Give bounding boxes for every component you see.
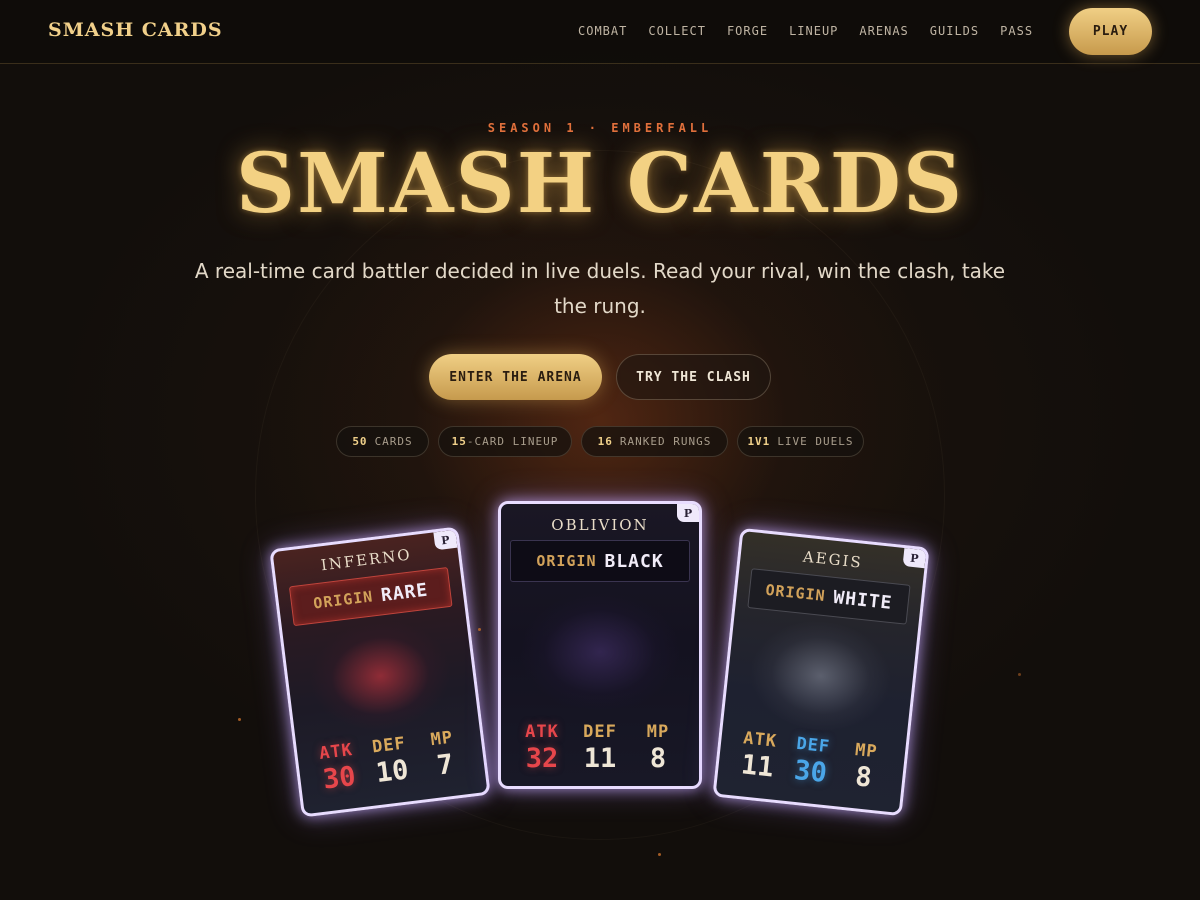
stat-pill-label: LIVE DUELS (777, 435, 854, 448)
card-inferno[interactable]: P INFERNO ORIGIN RARE ATK 30 DEF 10 MP 7 (269, 526, 491, 818)
stat-value: 8 (853, 761, 874, 794)
nav-link-combat[interactable]: COMBAT (578, 24, 627, 38)
ember-spark (238, 718, 241, 721)
nav-link-collect[interactable]: COLLECT (648, 24, 706, 38)
stat-pill-cards: 50 CARDS (336, 426, 429, 457)
card-aegis[interactable]: P AEGIS ORIGIN WHITE ATK 11 DEF 30 MP 8 (712, 527, 930, 817)
stat-pill-value: 50 (352, 435, 368, 448)
stat-def: DEF 11 (572, 722, 628, 774)
card-oblivion[interactable]: P OBLIVION ORIGIN BLACK ATK 32 DEF 11 MP… (498, 501, 702, 789)
nav-link-guilds[interactable]: GUILDS (930, 24, 979, 38)
stat-value: 30 (792, 754, 829, 790)
stat-def: DEF 30 (782, 733, 840, 790)
nav-link-pass[interactable]: PASS (1000, 24, 1033, 38)
stat-atk: ATK 11 (729, 727, 787, 784)
stat-pill-duels: 1V1 LIVE DUELS (737, 426, 864, 457)
card-stats: ATK 32 DEF 11 MP 8 (501, 722, 699, 774)
enter-arena-button[interactable]: ENTER THE ARENA (429, 354, 602, 400)
card-art (735, 613, 906, 739)
origin-value: BLACK (604, 550, 664, 572)
stat-mp: MP 8 (630, 722, 686, 774)
ember-spark (1018, 673, 1021, 676)
stat-pill-value: 16 (597, 435, 613, 448)
origin-value: RARE (379, 579, 430, 606)
card-art (513, 588, 687, 716)
origin-label: ORIGIN (312, 587, 375, 613)
top-nav: SMASH CARDS COMBAT COLLECT FORGE LINEUP … (0, 0, 1200, 64)
stat-value: 11 (583, 743, 617, 774)
stat-pill-value: 1V1 (747, 435, 771, 448)
card-art (294, 612, 467, 740)
hero-title: SMASH CARDS (235, 136, 965, 232)
nav-link-lineup[interactable]: LINEUP (789, 24, 838, 38)
stat-pill-label: CARDS (374, 435, 413, 448)
nav-link-arenas[interactable]: ARENAS (859, 24, 908, 38)
stat-value: 32 (525, 743, 559, 774)
stat-mp: MP 8 (835, 738, 893, 795)
play-button[interactable]: PLAY (1069, 8, 1152, 55)
stat-value: 30 (321, 760, 358, 796)
stat-pill-label: -CARD LINEUP (466, 435, 559, 448)
stat-pill-lineup: 15 -CARD LINEUP (438, 426, 572, 457)
hero-tagline: A real-time card battler decided in live… (194, 259, 1006, 318)
ember-spark (478, 628, 481, 631)
stat-pill-value: 15 (451, 435, 467, 448)
stat-atk: ATK 32 (514, 722, 570, 774)
stat-label: DEF (583, 722, 617, 742)
stat-value: 11 (739, 749, 776, 784)
stat-value: 10 (374, 754, 411, 790)
ember-spark (658, 853, 661, 856)
card-name: OBLIVION (551, 516, 649, 534)
origin-label: ORIGIN (764, 580, 827, 606)
stat-atk: ATK 30 (308, 739, 367, 797)
stat-pill-rungs: 16 RANKED RUNGS (581, 426, 728, 457)
origin-value: WHITE (832, 586, 894, 614)
stat-value: 8 (649, 743, 667, 774)
try-clash-button[interactable]: TRY THE CLASH (616, 354, 771, 400)
stat-label: MP (646, 722, 670, 742)
stat-value: 7 (435, 748, 456, 782)
nav-links: COMBAT COLLECT FORGE LINEUP ARENAS GUILD… (578, 24, 1054, 38)
season-eyebrow: SEASON 1 · EMBERFALL (487, 121, 713, 135)
stat-pill-label: RANKED RUNGS (619, 435, 712, 448)
logo[interactable]: SMASH CARDS (48, 19, 223, 41)
nav-link-forge[interactable]: FORGE (727, 24, 768, 38)
origin-box: ORIGIN BLACK (510, 540, 690, 582)
stat-mp: MP 7 (414, 726, 473, 784)
stat-label: ATK (525, 722, 559, 742)
stat-def: DEF 10 (361, 732, 420, 790)
card-stats: ATK 11 DEF 30 MP 8 (717, 726, 905, 797)
origin-label: ORIGIN (536, 552, 597, 570)
